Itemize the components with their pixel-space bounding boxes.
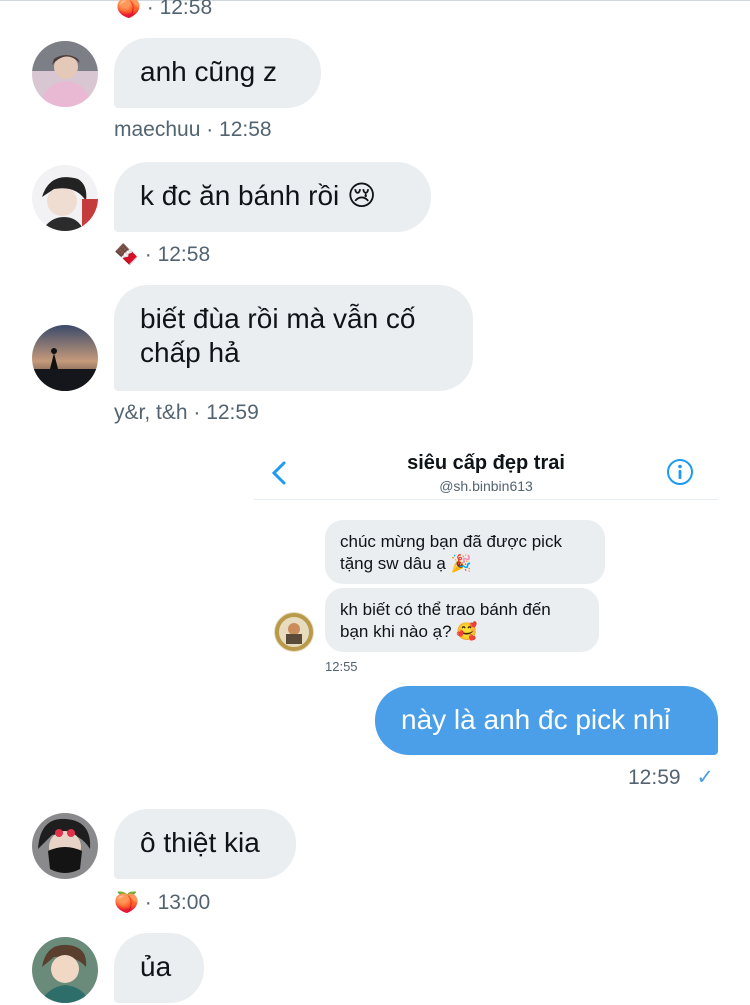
message-bubble[interactable]: biết đùa rồi mà vẫn cố chấp hả <box>114 285 473 391</box>
message-bubble[interactable]: anh cũng z <box>114 38 321 108</box>
conversation-title: siêu cấp đẹp trai <box>407 452 565 474</box>
peach-icon: 🍑 <box>114 890 139 914</box>
message-meta: y&r, t&h · 12:59 <box>114 401 259 424</box>
avatar[interactable] <box>32 937 98 1003</box>
message-meta: maechuu · 12:58 <box>114 118 272 141</box>
embedded-timestamp: 12:55 <box>325 659 358 674</box>
avatar[interactable] <box>32 813 98 879</box>
avatar[interactable] <box>32 41 98 107</box>
message-meta: 12:59 ✓ <box>628 766 715 789</box>
read-check-icon: ✓ <box>696 766 715 789</box>
chocolate-icon: 🍫 <box>114 242 139 266</box>
message-bubble[interactable]: k đc ăn bánh rồi 😢 <box>114 162 431 232</box>
avatar[interactable] <box>32 165 98 231</box>
info-icon[interactable] <box>666 458 694 491</box>
embedded-message-bubble: chúc mừng bạn đã được pick tặng sw dâu ạ… <box>325 520 605 584</box>
message-meta: 🍑 · 12:58 <box>116 0 212 21</box>
message-meta: 🍫 · 12:58 <box>114 242 211 266</box>
message-bubble[interactable]: ô thiệt kia <box>114 809 296 879</box>
embedded-message-bubble: kh biết có thể trao bánh đến bạn khi nào… <box>325 588 599 652</box>
top-border <box>0 0 750 1</box>
peach-icon: 🍑 <box>116 0 141 19</box>
conversation-handle: @sh.binbin613 <box>439 478 533 494</box>
header-divider <box>254 499 718 500</box>
avatar[interactable] <box>32 325 98 391</box>
message-bubble[interactable]: ủa <box>114 933 204 1003</box>
message-meta: 🍑 · 13:00 <box>114 890 211 914</box>
avatar <box>274 612 314 652</box>
outgoing-message-bubble[interactable]: này là anh đc pick nhỉ <box>375 686 718 755</box>
